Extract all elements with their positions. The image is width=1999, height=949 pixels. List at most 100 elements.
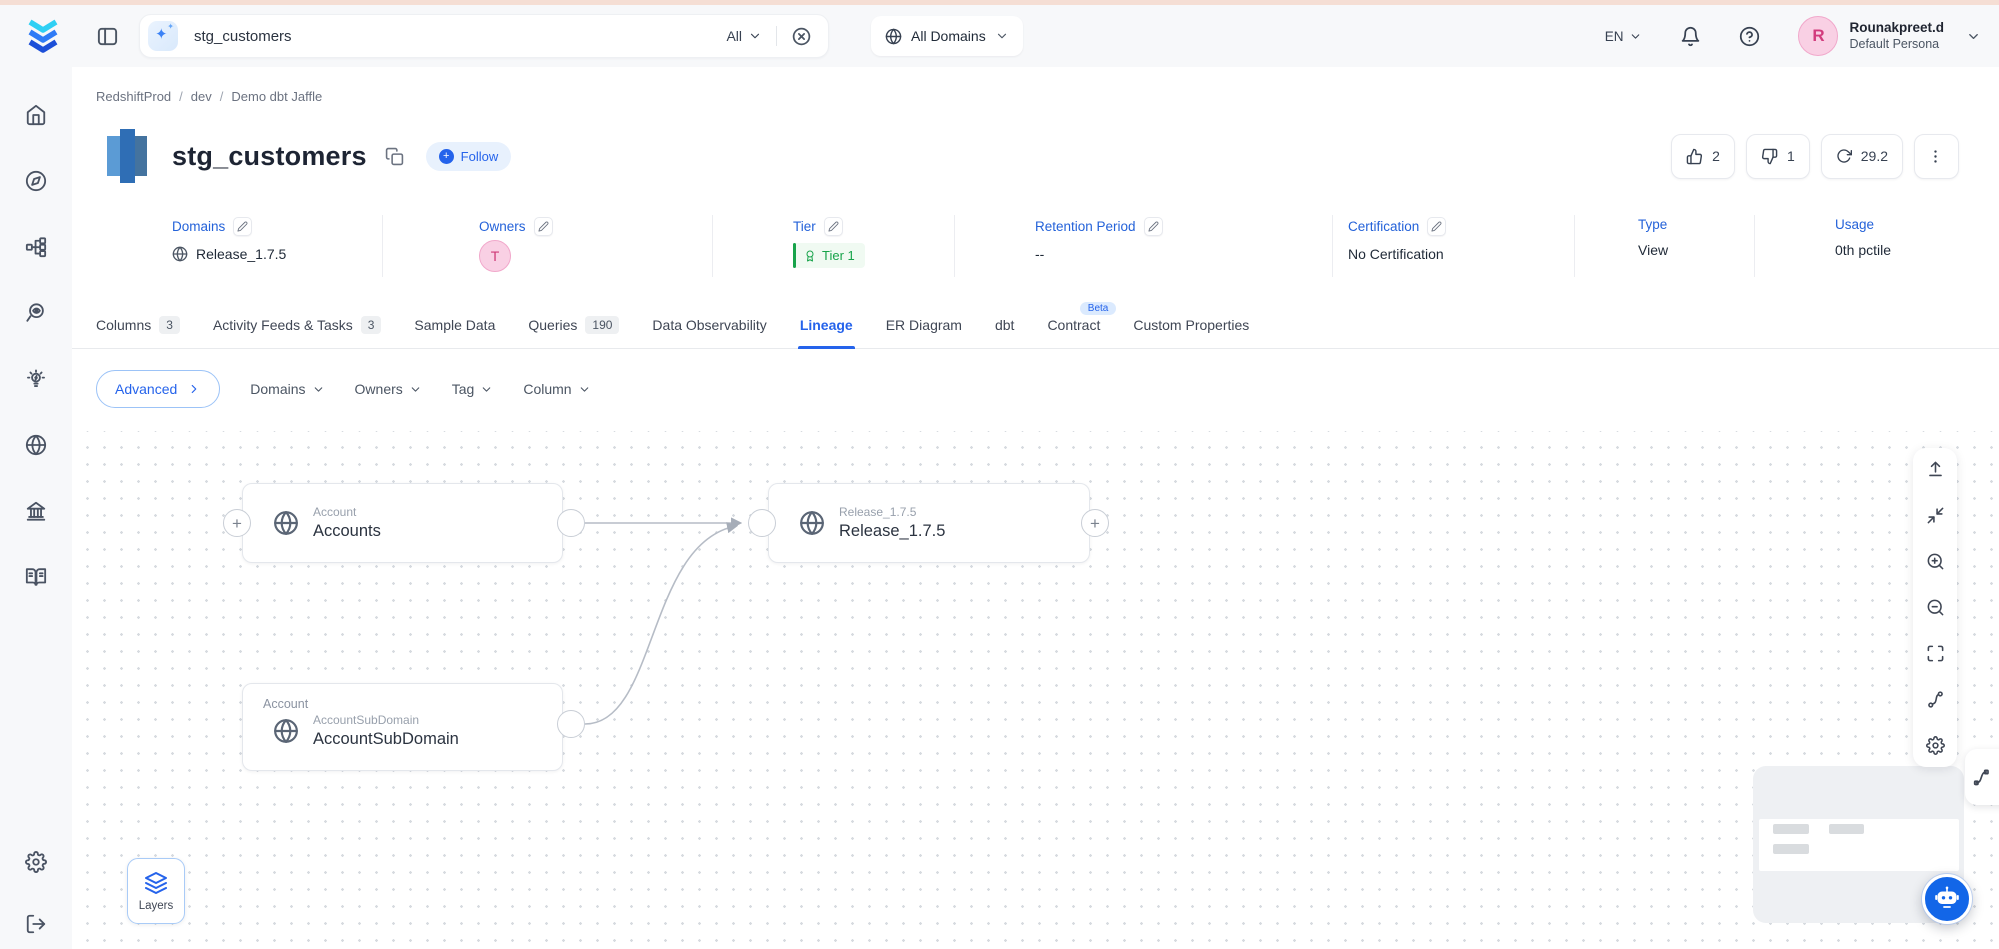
lineage-node-release[interactable]: Release_1.7.5 Release_1.7.5 bbox=[768, 483, 1090, 563]
tab-er-diagram[interactable]: ER Diagram bbox=[886, 301, 962, 348]
atlan-logo-icon[interactable] bbox=[24, 17, 62, 55]
sidebar-item-insights-icon[interactable] bbox=[25, 368, 47, 390]
owners-filter-dropdown[interactable]: Owners bbox=[355, 381, 422, 397]
upvote-button[interactable]: 2 bbox=[1671, 134, 1735, 179]
sidebar-toggle-icon[interactable] bbox=[96, 25, 119, 48]
breadcrumb: RedshiftProd / dev / Demo dbt Jaffle bbox=[96, 89, 1999, 107]
more-actions-button[interactable] bbox=[1914, 134, 1959, 179]
sidebar-item-domains-icon[interactable] bbox=[25, 434, 47, 456]
follow-button[interactable]: + Follow bbox=[426, 142, 512, 171]
notifications-bell-icon[interactable] bbox=[1680, 26, 1701, 47]
user-avatar[interactable]: R bbox=[1798, 16, 1838, 56]
chevron-right-icon bbox=[187, 382, 201, 396]
kebab-menu-icon bbox=[1927, 148, 1944, 165]
tab-columns[interactable]: Columns3 bbox=[96, 301, 180, 348]
layers-button[interactable]: Layers bbox=[127, 858, 185, 924]
globe-icon bbox=[885, 28, 902, 45]
route-icon[interactable] bbox=[1926, 690, 1945, 709]
tab-dbt[interactable]: dbt bbox=[995, 301, 1014, 348]
chevron-down-icon bbox=[409, 383, 422, 396]
popularity-score-button[interactable]: 29.2 bbox=[1821, 134, 1903, 179]
edit-domains-icon[interactable] bbox=[233, 217, 252, 236]
ai-assistant-button[interactable] bbox=[1922, 874, 1972, 924]
tier-field: Tier Tier 1 bbox=[712, 215, 954, 277]
search-input[interactable]: stg_customers bbox=[194, 28, 726, 45]
retention-field: Retention Period -- bbox=[954, 215, 1332, 277]
zoom-in-icon[interactable] bbox=[1926, 552, 1945, 571]
redshift-asset-icon bbox=[106, 128, 148, 184]
chevron-down-icon bbox=[480, 383, 493, 396]
domains-filter-dropdown[interactable]: Domains bbox=[250, 381, 324, 397]
minimap-node bbox=[1773, 824, 1809, 834]
chevron-down-icon bbox=[748, 29, 762, 43]
sidebar-item-glossary-icon[interactable] bbox=[25, 566, 47, 588]
advanced-filters-button[interactable]: Advanced bbox=[96, 370, 220, 408]
output-port[interactable] bbox=[557, 710, 585, 738]
global-search-bar[interactable]: ✦✦ stg_customers All bbox=[139, 14, 829, 58]
minimap-node bbox=[1773, 844, 1809, 854]
thumbs-down-icon bbox=[1761, 148, 1778, 165]
user-menu[interactable]: Rounakpreet.d Default Persona bbox=[1849, 20, 1944, 53]
edit-owners-icon[interactable] bbox=[534, 217, 553, 236]
logout-icon[interactable] bbox=[25, 913, 47, 935]
sidebar-item-lineage-icon[interactable] bbox=[25, 236, 47, 258]
thumbs-up-icon bbox=[1686, 148, 1703, 165]
collapse-view-icon[interactable] bbox=[1926, 506, 1945, 525]
beta-badge: Beta bbox=[1080, 302, 1117, 315]
fullscreen-icon[interactable] bbox=[1926, 644, 1945, 663]
tab-lineage[interactable]: Lineage bbox=[800, 301, 853, 348]
tab-data-observability[interactable]: Data Observability bbox=[652, 301, 766, 348]
chevron-down-icon bbox=[1629, 30, 1642, 43]
breadcrumb-database[interactable]: Demo dbt Jaffle bbox=[231, 89, 322, 107]
chevron-down-icon[interactable] bbox=[1966, 29, 1981, 44]
sidebar-item-home-icon[interactable] bbox=[25, 104, 47, 126]
export-lineage-icon[interactable] bbox=[1926, 460, 1945, 479]
canvas-settings-gear-icon[interactable] bbox=[1926, 736, 1945, 755]
zoom-out-icon[interactable] bbox=[1926, 598, 1945, 617]
expand-downstream-button[interactable]: + bbox=[1081, 509, 1109, 537]
lineage-canvas[interactable]: Account Accounts + Release_1.7.5 Release… bbox=[72, 431, 1999, 949]
edit-tier-icon[interactable] bbox=[824, 217, 843, 236]
downvote-button[interactable]: 1 bbox=[1746, 134, 1810, 179]
usage-field: Usage 0th pctile bbox=[1754, 215, 1959, 277]
copy-link-icon[interactable] bbox=[385, 147, 404, 166]
input-port[interactable] bbox=[748, 509, 776, 537]
lineage-node-accountsubdomain[interactable]: Account AccountSubDomain AccountSubDomai… bbox=[242, 683, 563, 771]
chevron-down-icon bbox=[578, 383, 591, 396]
search-scope-dropdown[interactable]: All bbox=[726, 28, 762, 44]
lineage-node-accounts[interactable]: Account Accounts bbox=[242, 483, 563, 563]
breadcrumb-connection[interactable]: RedshiftProd bbox=[96, 89, 171, 107]
clear-search-icon[interactable] bbox=[791, 26, 812, 47]
tag-filter-dropdown[interactable]: Tag bbox=[452, 381, 494, 397]
breadcrumb-schema[interactable]: dev bbox=[191, 89, 212, 107]
tab-custom-properties[interactable]: Custom Properties bbox=[1133, 301, 1249, 348]
tier-badge[interactable]: Tier 1 bbox=[793, 243, 865, 268]
owner-avatar[interactable]: T bbox=[479, 240, 511, 272]
tab-sample-data[interactable]: Sample Data bbox=[414, 301, 495, 348]
all-domains-filter[interactable]: All Domains bbox=[871, 16, 1023, 56]
sidebar-item-discover-icon[interactable] bbox=[25, 170, 47, 192]
tab-queries[interactable]: Queries190 bbox=[528, 301, 619, 348]
count-badge: 190 bbox=[585, 316, 619, 334]
ai-sparkle-icon[interactable]: ✦✦ bbox=[148, 21, 178, 51]
output-port[interactable] bbox=[557, 509, 585, 537]
sidebar-item-profiling-icon[interactable] bbox=[25, 302, 47, 324]
edge-style-toggle[interactable] bbox=[1965, 749, 1999, 805]
edit-certification-icon[interactable] bbox=[1427, 217, 1446, 236]
type-field: Type View bbox=[1574, 215, 1754, 277]
help-icon[interactable] bbox=[1739, 26, 1760, 47]
tab-contract[interactable]: ContractBeta bbox=[1047, 301, 1100, 348]
language-selector[interactable]: EN bbox=[1605, 29, 1643, 44]
sidebar-item-governance-icon[interactable] bbox=[25, 500, 47, 522]
top-navbar: ✦✦ stg_customers All All Domains EN R Ro… bbox=[0, 5, 1999, 67]
tab-activity-feeds[interactable]: Activity Feeds & Tasks3 bbox=[213, 301, 381, 348]
certification-field: Certification No Certification bbox=[1332, 215, 1574, 277]
edit-retention-icon[interactable] bbox=[1144, 217, 1163, 236]
settings-gear-icon[interactable] bbox=[25, 851, 47, 873]
canvas-toolbar bbox=[1913, 448, 1957, 767]
expand-upstream-button[interactable]: + bbox=[223, 509, 251, 537]
minimap-viewport bbox=[1759, 819, 1959, 871]
globe-icon bbox=[273, 718, 299, 744]
column-filter-dropdown[interactable]: Column bbox=[523, 381, 590, 397]
asset-overview-strip: Domains Release_1.7.5 Owners T Tier bbox=[96, 215, 1959, 277]
